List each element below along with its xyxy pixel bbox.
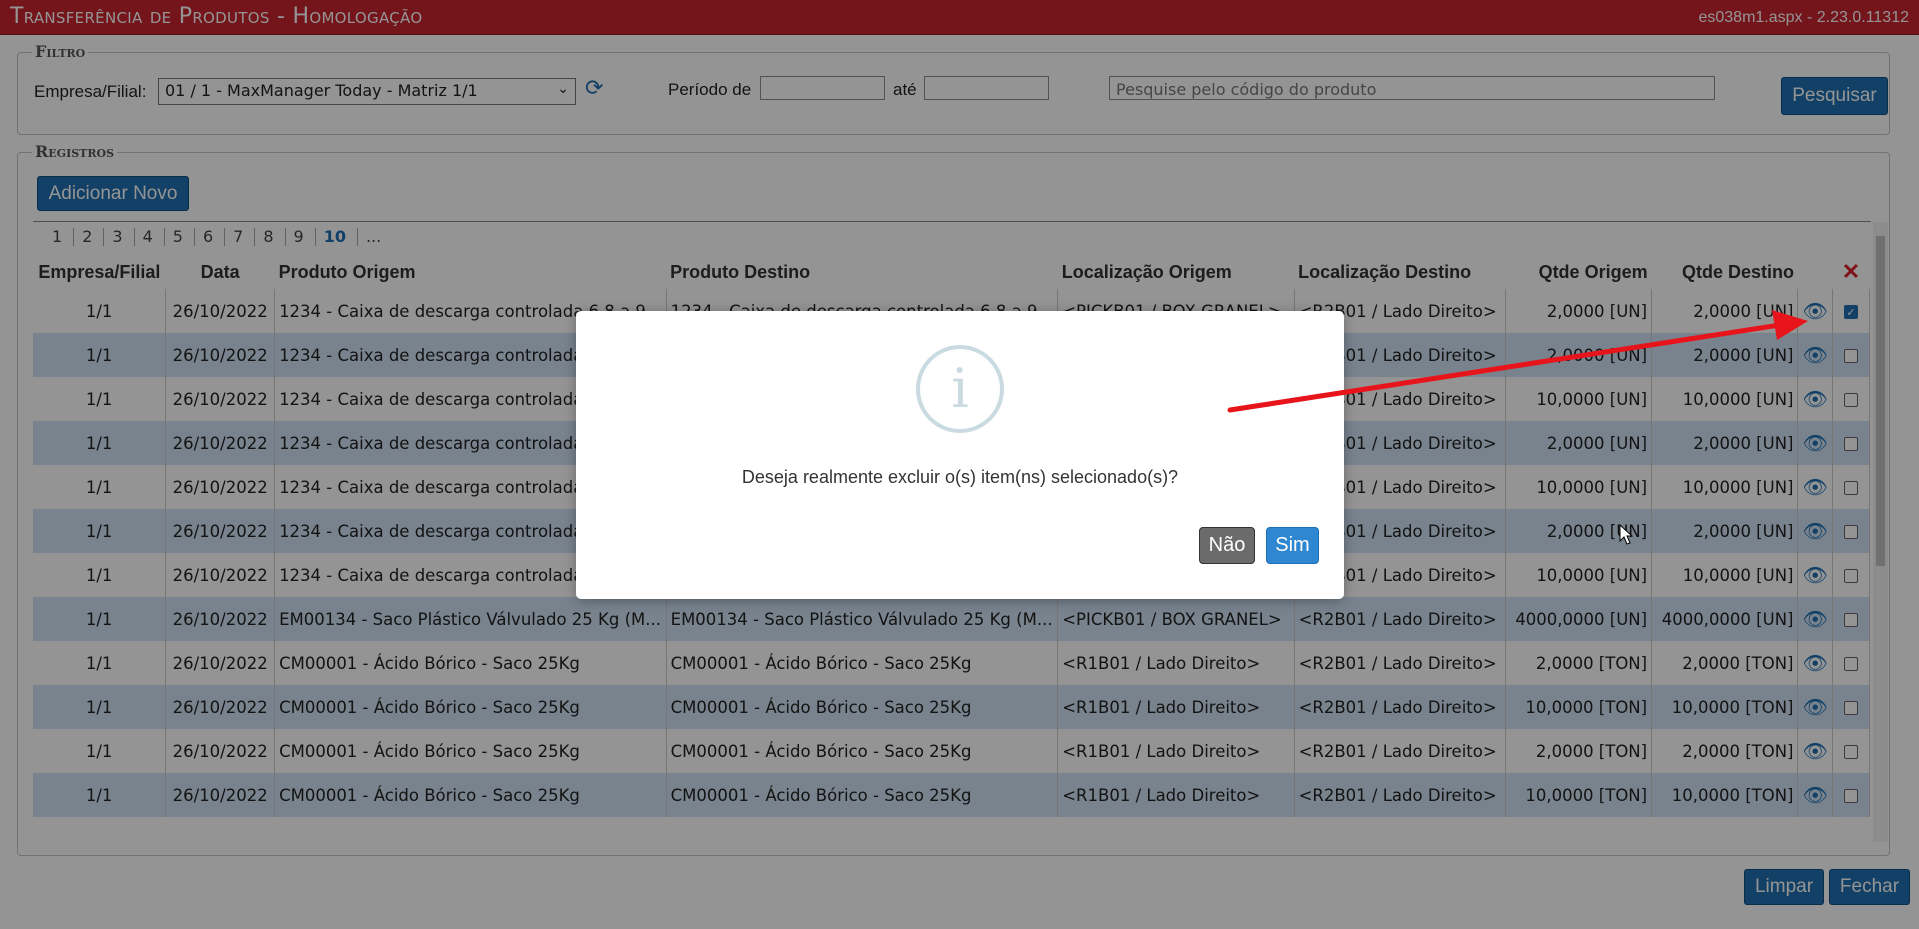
info-icon: i (916, 345, 1004, 433)
mouse-cursor-icon (1619, 524, 1634, 545)
no-button[interactable]: Não (1199, 527, 1255, 564)
dialog-message: Deseja realmente excluir o(s) item(ns) s… (741, 467, 1179, 487)
confirm-dialog: i Deseja realmente excluir o(s) item(ns)… (576, 311, 1344, 599)
yes-button[interactable]: Sim (1266, 527, 1319, 564)
